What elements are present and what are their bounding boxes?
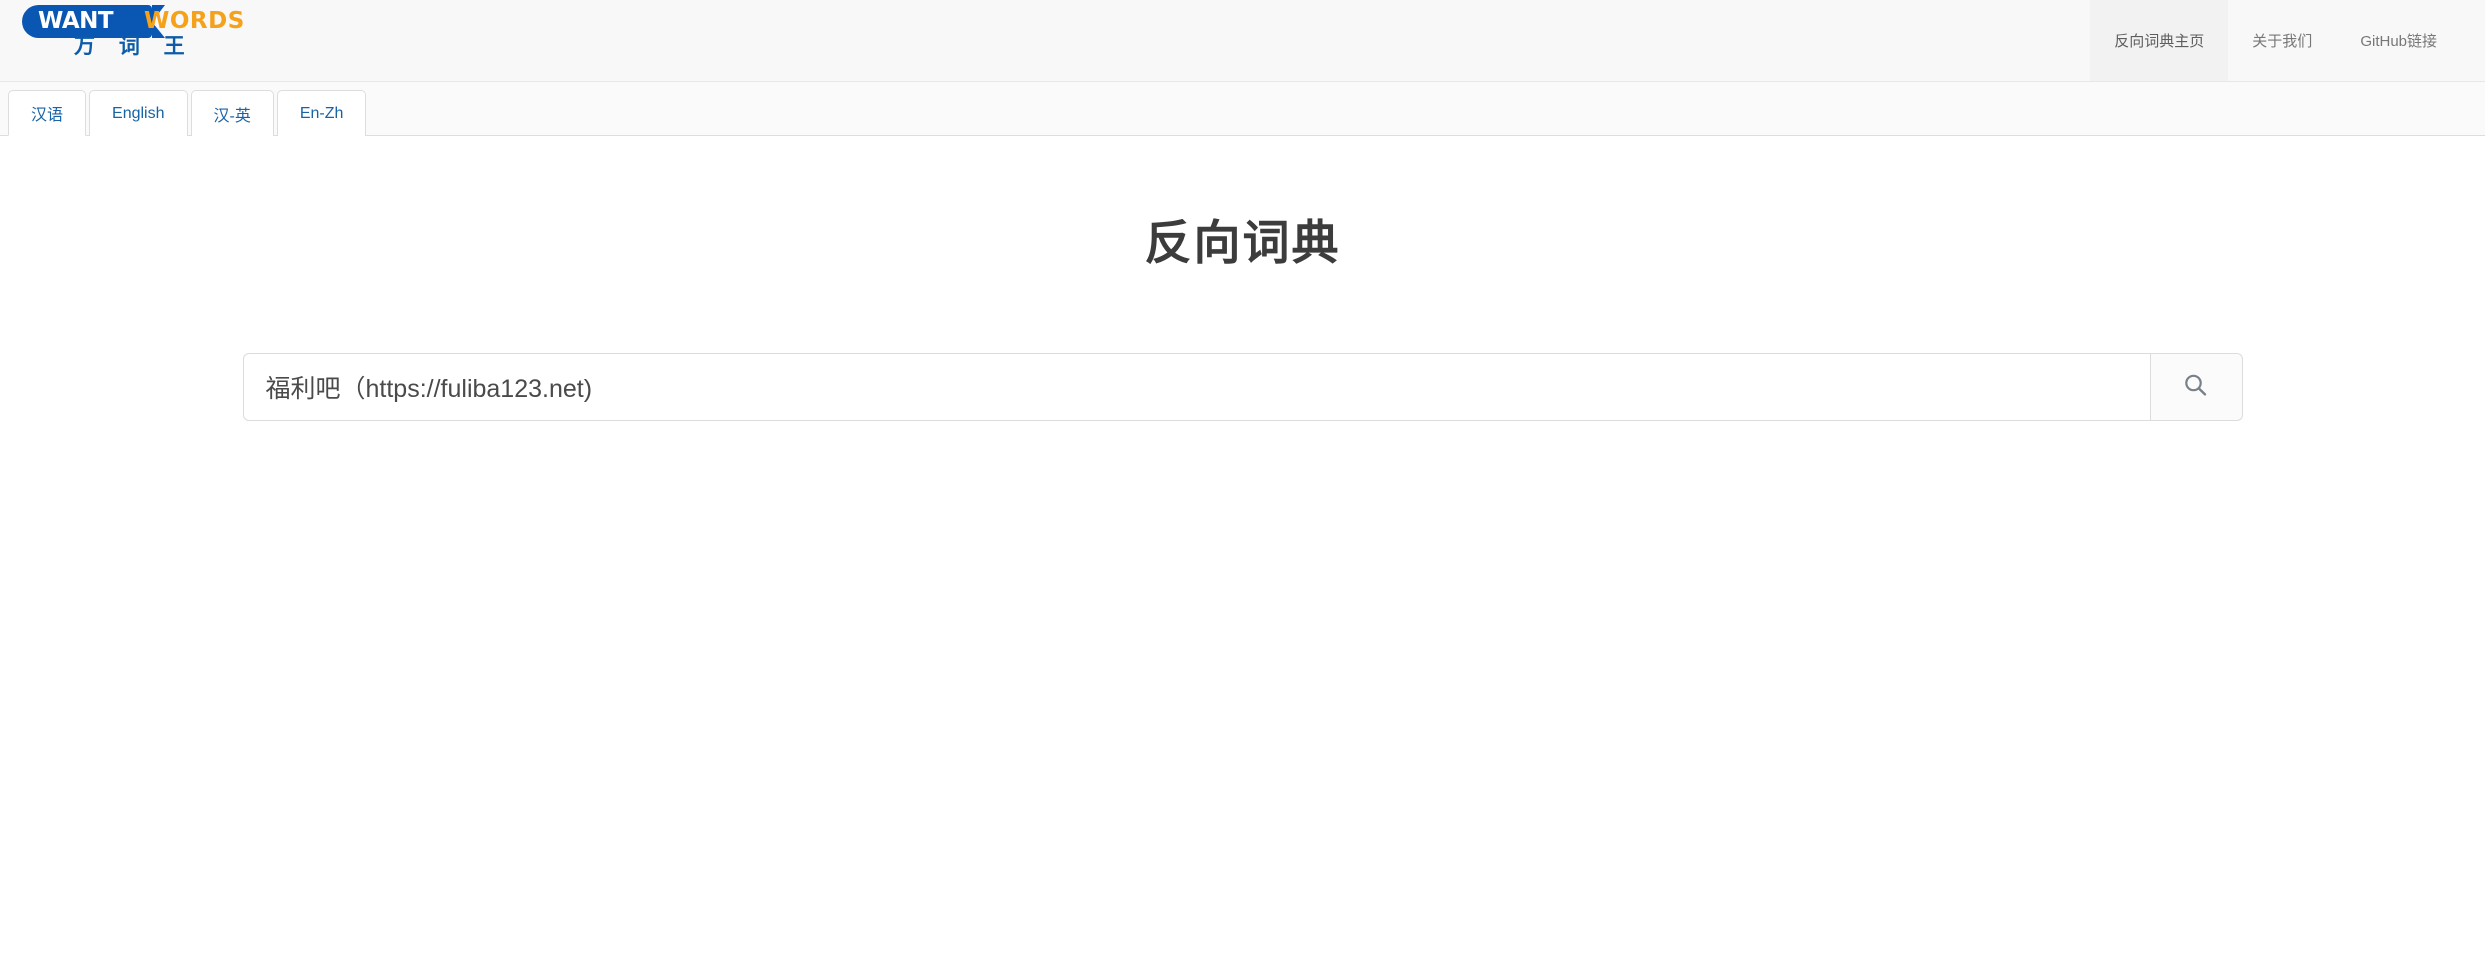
search-button[interactable]: [2149, 353, 2243, 421]
search-input[interactable]: [242, 353, 2150, 421]
page-title: 反向词典: [1144, 218, 1341, 270]
brand-words-text: WORDS: [144, 8, 245, 34]
main-content: 反向词典: [0, 136, 2485, 421]
nav-item-home[interactable]: 反向词典主页: [2090, 0, 2229, 81]
nav-item-about-label: 关于我们: [2252, 33, 2313, 50]
brand-chinese-text: 万 词 王: [74, 35, 194, 58]
nav-item-home-label: 反向词典主页: [2114, 33, 2205, 50]
search-bar: [242, 353, 2243, 421]
tab-english[interactable]: English: [89, 90, 188, 136]
language-tab-bar: 汉语 English 汉-英 En-Zh: [0, 82, 2485, 136]
brand-want-text: WANT: [38, 8, 114, 34]
nav-item-github-label: GitHub链接: [2360, 33, 2437, 50]
tab-english-label: English: [112, 104, 165, 122]
tab-chinese[interactable]: 汉语: [8, 90, 87, 136]
tab-zh-en[interactable]: 汉-英: [190, 90, 274, 136]
tab-chinese-label: 汉语: [31, 107, 64, 124]
brand-logo[interactable]: WANT WORDS 万 词 王: [22, 1, 262, 79]
nav-item-github[interactable]: GitHub链接: [2336, 0, 2461, 81]
primary-navigation: 反向词典主页 关于我们 GitHub链接: [2090, 0, 2461, 81]
nav-item-about[interactable]: 关于我们: [2228, 0, 2336, 81]
site-header: WANT WORDS 万 词 王 反向词典主页 关于我们 GitHub链接: [0, 0, 2485, 82]
tab-en-zh[interactable]: En-Zh: [276, 90, 367, 136]
search-icon: [2181, 371, 2211, 404]
tab-en-zh-label: En-Zh: [299, 104, 344, 122]
tab-zh-en-label: 汉-英: [213, 107, 251, 125]
